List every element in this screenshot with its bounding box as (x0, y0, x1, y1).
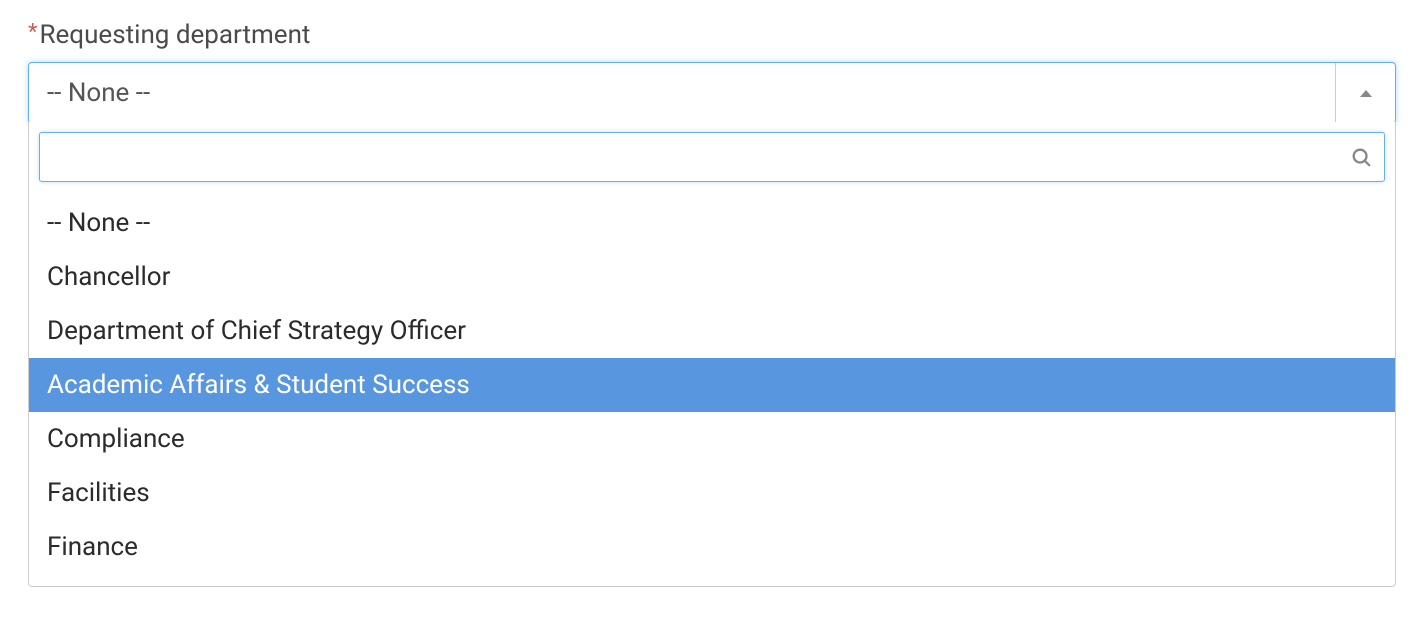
option-item[interactable]: Facilities (29, 466, 1395, 520)
dropdown-search-input[interactable] (52, 133, 1342, 181)
option-item[interactable]: Finance (29, 520, 1395, 574)
selected-value-text: -- None -- (47, 78, 150, 108)
department-options-list[interactable]: -- None -- Chancellor Department of Chie… (29, 192, 1395, 586)
option-item[interactable]: Department of Chief Strategy Officer (29, 304, 1395, 358)
department-select-trigger[interactable]: -- None -- (28, 62, 1396, 124)
option-item[interactable]: Academic Affairs & Student Success (29, 358, 1395, 412)
department-select-combo: -- None -- -- None -- Chancellor Departm… (28, 62, 1396, 587)
field-label-text: Requesting department (39, 20, 310, 50)
required-asterisk: * (28, 20, 37, 45)
dropdown-search-inner (39, 132, 1385, 182)
option-item[interactable]: Compliance (29, 412, 1395, 466)
dropdown-search-wrap (29, 122, 1395, 192)
option-item[interactable]: Chancellor (29, 250, 1395, 304)
department-dropdown-panel: -- None -- Chancellor Department of Chie… (28, 122, 1396, 587)
option-item[interactable]: -- None -- (29, 196, 1395, 250)
select-arrow-button[interactable] (1335, 63, 1395, 123)
chevron-up-icon (1360, 90, 1372, 97)
field-label: *Requesting department (28, 20, 1396, 50)
search-icon (1350, 146, 1372, 168)
